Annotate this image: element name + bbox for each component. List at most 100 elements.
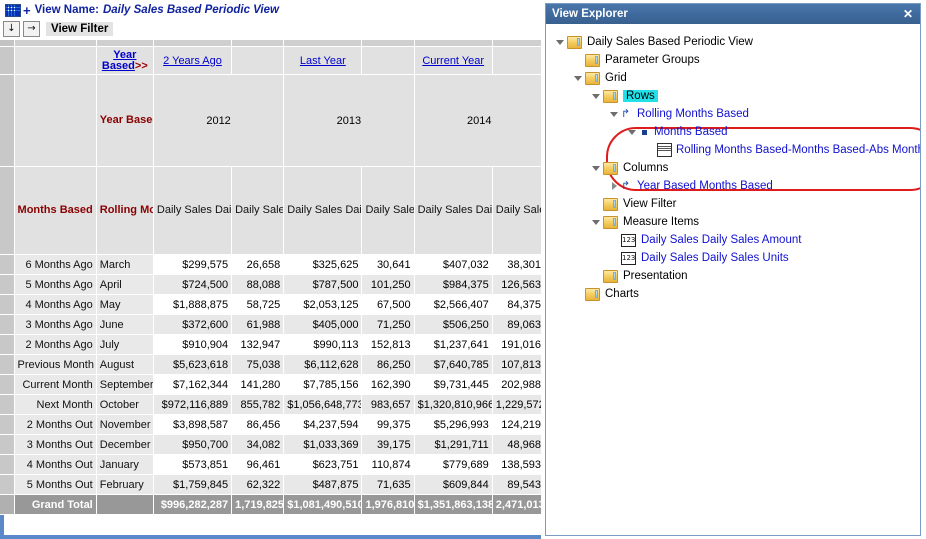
cell-units: 132,947 [232, 335, 284, 355]
tree-spacer [592, 200, 601, 209]
group-link[interactable]: 2 Years Ago [163, 55, 222, 67]
folder-icon [603, 216, 618, 229]
tree-node[interactable]: Rows [592, 87, 658, 105]
cell-units: 38,301 [492, 255, 541, 275]
tree-node[interactable]: Presentation [592, 267, 688, 285]
pivot-grid[interactable]: Year Based>> 2 Years Ago Last Year Curre… [0, 40, 541, 539]
table-row[interactable]: 2 Months OutNovember$3,898,58786,456$4,2… [0, 415, 541, 435]
tree-node[interactable]: Measure Items [592, 213, 699, 231]
table-row[interactable]: 4 Months AgoMay$1,888,87558,725$2,053,12… [0, 295, 541, 315]
cell-amount: $3,898,587 [153, 415, 231, 435]
row-gutter[interactable] [0, 295, 14, 315]
tree-node[interactable]: Months Based [628, 123, 728, 141]
cell-units: 162,390 [362, 375, 414, 395]
chevron-down-icon[interactable] [592, 164, 601, 173]
close-icon[interactable]: ✕ [900, 7, 916, 21]
chevron-down-icon[interactable] [574, 74, 583, 83]
tree-node[interactable]: Parameter Groups [574, 51, 700, 69]
table-row[interactable]: 6 Months AgoMarch$299,57526,658$325,6253… [0, 255, 541, 275]
row-gutter[interactable] [0, 455, 14, 475]
row-gutter[interactable] [0, 315, 14, 335]
cell-amount: $487,875 [284, 475, 362, 495]
tree-node[interactable]: View Filter [592, 195, 676, 213]
down-arrow-button[interactable]: ↓ [3, 21, 20, 37]
row-gutter[interactable] [0, 415, 14, 435]
cell-units: 99,375 [362, 415, 414, 435]
cell-amount: $299,575 [153, 255, 231, 275]
table-row[interactable]: 2 Months AgoJuly$910,904132,947$990,1131… [0, 335, 541, 355]
tree-node-label: Year Based Months Based [637, 180, 773, 192]
year-based-dimension-header[interactable]: Year Based>> [96, 47, 153, 75]
tree-node[interactable]: 123Daily Sales Daily Sales Amount [610, 231, 801, 249]
app-window: + View Name: Daily Sales Based Periodic … [0, 0, 926, 539]
cell-amount: $9,731,445 [414, 375, 492, 395]
tree-node[interactable]: ↱Rolling Months Based [610, 105, 749, 123]
year-based-link[interactable]: Year Based [102, 49, 137, 72]
view-filter-button[interactable]: View Filter [46, 22, 113, 36]
cell-units: 983,657 [362, 395, 414, 415]
cell-units: 124,219 [492, 415, 541, 435]
tree-node[interactable]: Daily Sales Based Periodic View [556, 33, 753, 51]
tree-node[interactable]: Columns [592, 159, 668, 177]
cell-units: 26,658 [232, 255, 284, 275]
chevron-down-icon[interactable] [592, 218, 601, 227]
table-row[interactable]: 5 Months OutFebruary$1,759,84562,322$487… [0, 475, 541, 495]
row-gutter[interactable] [0, 395, 14, 415]
cell-units: 138,593 [492, 455, 541, 475]
table-row[interactable]: 5 Months AgoApril$724,50088,088$787,5001… [0, 275, 541, 295]
tree-node[interactable]: ↱Year Based Months Based [610, 177, 773, 195]
tree-node[interactable]: 123Daily Sales Daily Sales Units [610, 249, 789, 267]
table-row[interactable]: Next MonthOctober$972,116,889855,782$1,0… [0, 395, 541, 415]
cell-amount: $4,237,594 [284, 415, 362, 435]
table-row[interactable]: Previous MonthAugust$5,623,61875,038$6,1… [0, 355, 541, 375]
row-gutter[interactable] [0, 475, 14, 495]
view-explorer-tree[interactable]: Daily Sales Based Periodic ViewParameter… [546, 24, 920, 535]
cell-amount: $7,785,156 [284, 375, 362, 395]
cell-units: 107,813 [492, 355, 541, 375]
chevron-right-icon[interactable] [610, 182, 619, 191]
column-dimension-label: Year Based Months Based-Year Based-Abs Y… [96, 75, 153, 167]
column-group-last-year[interactable]: Last Year [284, 47, 362, 75]
column-group-2-years-ago[interactable]: 2 Years Ago [153, 47, 231, 75]
year-value-2014: 2014 [414, 75, 541, 167]
row-header-period: Current Month [14, 375, 96, 395]
table-row[interactable]: 3 Months AgoJune$372,60061,988$405,00071… [0, 315, 541, 335]
view-name-value[interactable]: Daily Sales Based Periodic View [103, 4, 279, 16]
tree-node[interactable]: Charts [574, 285, 639, 303]
group-link[interactable]: Current Year [422, 55, 484, 67]
row-gutter[interactable] [0, 335, 14, 355]
chevron-down-icon[interactable] [592, 92, 601, 101]
row-gutter [0, 75, 14, 167]
cell-units: 855,782 [232, 395, 284, 415]
measure-header-units: Daily Sales Daily Sales Units [362, 167, 414, 255]
chevron-down-icon[interactable] [556, 38, 565, 47]
row-gutter[interactable] [0, 355, 14, 375]
chevron-down-icon[interactable] [628, 128, 637, 137]
expand-marker[interactable]: >> [135, 60, 148, 72]
folder-icon [603, 90, 618, 103]
group-link[interactable]: Last Year [300, 55, 346, 67]
add-icon[interactable]: + [23, 5, 31, 16]
column-group-current-year[interactable]: Current Year [414, 47, 492, 75]
grand-total-units: 1,976,810 [362, 495, 414, 515]
row-gutter[interactable] [0, 275, 14, 295]
cell-units: 75,038 [232, 355, 284, 375]
chevron-down-icon[interactable] [610, 110, 619, 119]
measure-header-amount: Daily Sales Daily Sales Amount [284, 167, 362, 255]
cell-units: 89,543 [492, 475, 541, 495]
tree-node[interactable]: Rolling Months Based-Months Based-Abs Mo… [646, 141, 920, 159]
row-gutter[interactable] [0, 255, 14, 275]
right-arrow-button[interactable]: → [23, 21, 40, 37]
table-row[interactable]: 4 Months OutJanuary$573,85196,461$623,75… [0, 455, 541, 475]
row-gutter[interactable] [0, 375, 14, 395]
tree-node[interactable]: Grid [574, 69, 627, 87]
tree-spacer [610, 254, 619, 263]
row-gutter[interactable] [0, 435, 14, 455]
cell-amount: $1,888,875 [153, 295, 231, 315]
cell-amount: $573,851 [153, 455, 231, 475]
cell-amount: $1,033,369 [284, 435, 362, 455]
table-row[interactable]: 3 Months OutDecember$950,70034,082$1,033… [0, 435, 541, 455]
view-toolbar: + View Name: Daily Sales Based Periodic … [0, 0, 541, 40]
folder-icon [603, 270, 618, 283]
table-row[interactable]: Current MonthSeptember$7,162,344141,280$… [0, 375, 541, 395]
